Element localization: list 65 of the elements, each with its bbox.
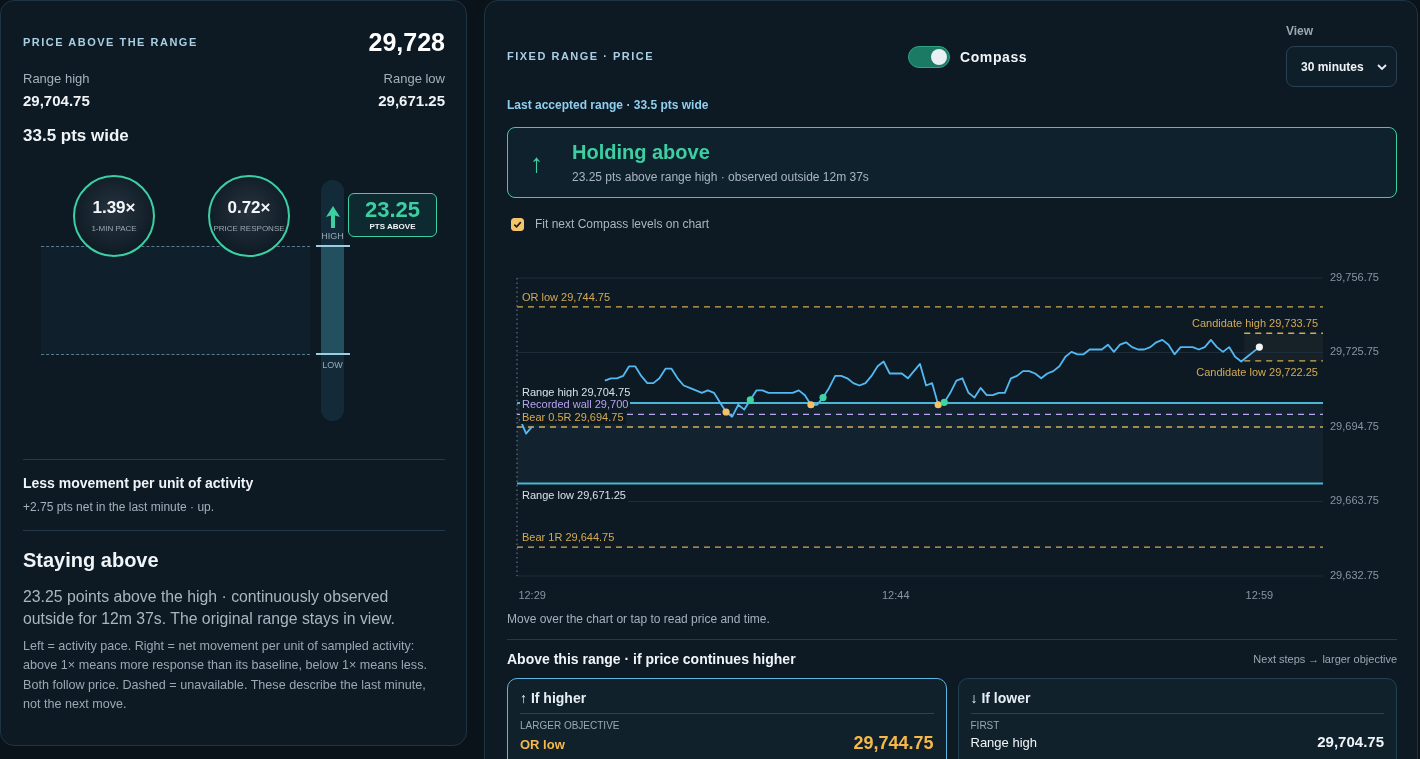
high-label: HIGH — [320, 230, 345, 242]
axis-tick-label: 12:44 — [882, 588, 910, 601]
gauge-value: 0.72× — [227, 198, 271, 218]
level-label: Bear 0.5R 29,694.75 — [520, 410, 626, 424]
distance-value: 23.25 — [364, 198, 421, 222]
current-price: 29,728 — [368, 27, 445, 57]
level-label: Bear 1R 29,644.75 — [520, 530, 617, 545]
low-label: LOW — [321, 359, 344, 371]
crossing-dot — [807, 401, 815, 409]
level-name: Range high — [970, 735, 1037, 751]
section-hint: Next steps → larger objective — [1253, 653, 1397, 665]
section-title: Above this range · if price continues higher — [507, 651, 796, 667]
toggle-label[interactable]: Compass — [960, 48, 1028, 65]
card-title: ↑ If higher — [520, 689, 588, 707]
distance-label: PTS ABOVE — [369, 222, 416, 232]
status-detail: 23.25 pts above range high · observed outside 12m 37s — [572, 170, 869, 185]
status-title: Holding above — [572, 140, 711, 164]
gauge-label: PRICE RESPONSE — [213, 224, 285, 234]
scenario-card[interactable]: ↓ If lower FIRST Range high 29,704.75 — [957, 678, 1397, 759]
toggle-switch[interactable] — [908, 45, 950, 68]
level-label: Candidate high 29,733.75 — [1190, 316, 1320, 331]
range-low-value: 29,671.25 — [378, 91, 445, 111]
axis-tick-label: 29,694.75 — [1330, 419, 1379, 432]
level-name: OR low — [520, 737, 565, 753]
range-high-label: Range high — [23, 70, 90, 87]
card-caption: LARGER OBJECTIVE — [520, 720, 621, 732]
level-value: 29,704.75 — [1317, 733, 1384, 751]
axis-tick-label: 12:29 — [518, 588, 546, 601]
state-title: Staying above — [23, 548, 160, 573]
card-caption: FIRST — [970, 720, 1001, 732]
view-label: View — [1286, 24, 1315, 38]
range-width: 33.5 pts wide — [23, 125, 130, 147]
axis-tick-label: 29,663.75 — [1330, 494, 1379, 507]
view-select[interactable]: 30 minutes — [1286, 46, 1397, 87]
crossing-dot — [819, 393, 827, 402]
level-label: Recorded wall 29,700 — [520, 397, 631, 412]
crossing-dot — [722, 408, 730, 416]
crossing-dot — [746, 396, 754, 404]
activity-title: Less movement per unit of activity — [23, 474, 255, 492]
range-high-value: 29,704.75 — [23, 91, 90, 111]
range-low-label: Range low — [382, 70, 445, 87]
checkbox[interactable] — [511, 217, 524, 231]
current-price-dot — [1255, 343, 1263, 351]
chart-hint: Move over the chart or tap to read price and time. — [507, 611, 771, 627]
low-tick-mark — [316, 353, 350, 355]
card-title: ↓ If lower — [970, 689, 1032, 707]
state-description: 23.25 points above the high · continuously observed outside for 12m 37s. The original range stays in view. — [23, 587, 396, 629]
checkbox-label[interactable]: Fit next Compass levels on chart — [535, 217, 710, 231]
caret-icon — [1377, 63, 1387, 70]
panel-title: PRICE ABOVE THE RANGE — [23, 36, 198, 48]
gauge-value: 1.39× — [92, 198, 136, 218]
axis-tick-label: 12:59 — [1245, 588, 1274, 601]
panel-title: FIXED RANGE · PRICE — [507, 49, 656, 62]
high-tick-mark — [316, 245, 350, 247]
status-arrow: ↑ — [530, 147, 544, 178]
axis-tick-label: 29,725.75 — [1330, 345, 1379, 358]
range-caption: Last accepted range · 33.5 pts wide — [507, 97, 710, 113]
scenario-card[interactable]: ↑ If higher LARGER OBJECTIVE OR low 29,744.75 — [507, 678, 947, 759]
level-value: 29,744.75 — [853, 733, 934, 753]
axis-tick-label: 29,756.75 — [1330, 270, 1379, 283]
activity-detail: +2.75 pts net in the last minute · up. — [23, 499, 216, 515]
gauge-label: 1-MIN PACE — [91, 224, 137, 234]
state-note: Left = activity pace. Right = net movement per unit of sampled activity: above 1× means more response than its baseline, below 1× means less. Both follow price. Dashed = unavailable. These describe the last minute, not the next move. — [23, 638, 428, 713]
axis-tick-label: 29,632.75 — [1330, 568, 1379, 581]
up-arrow-icon — [326, 206, 340, 228]
